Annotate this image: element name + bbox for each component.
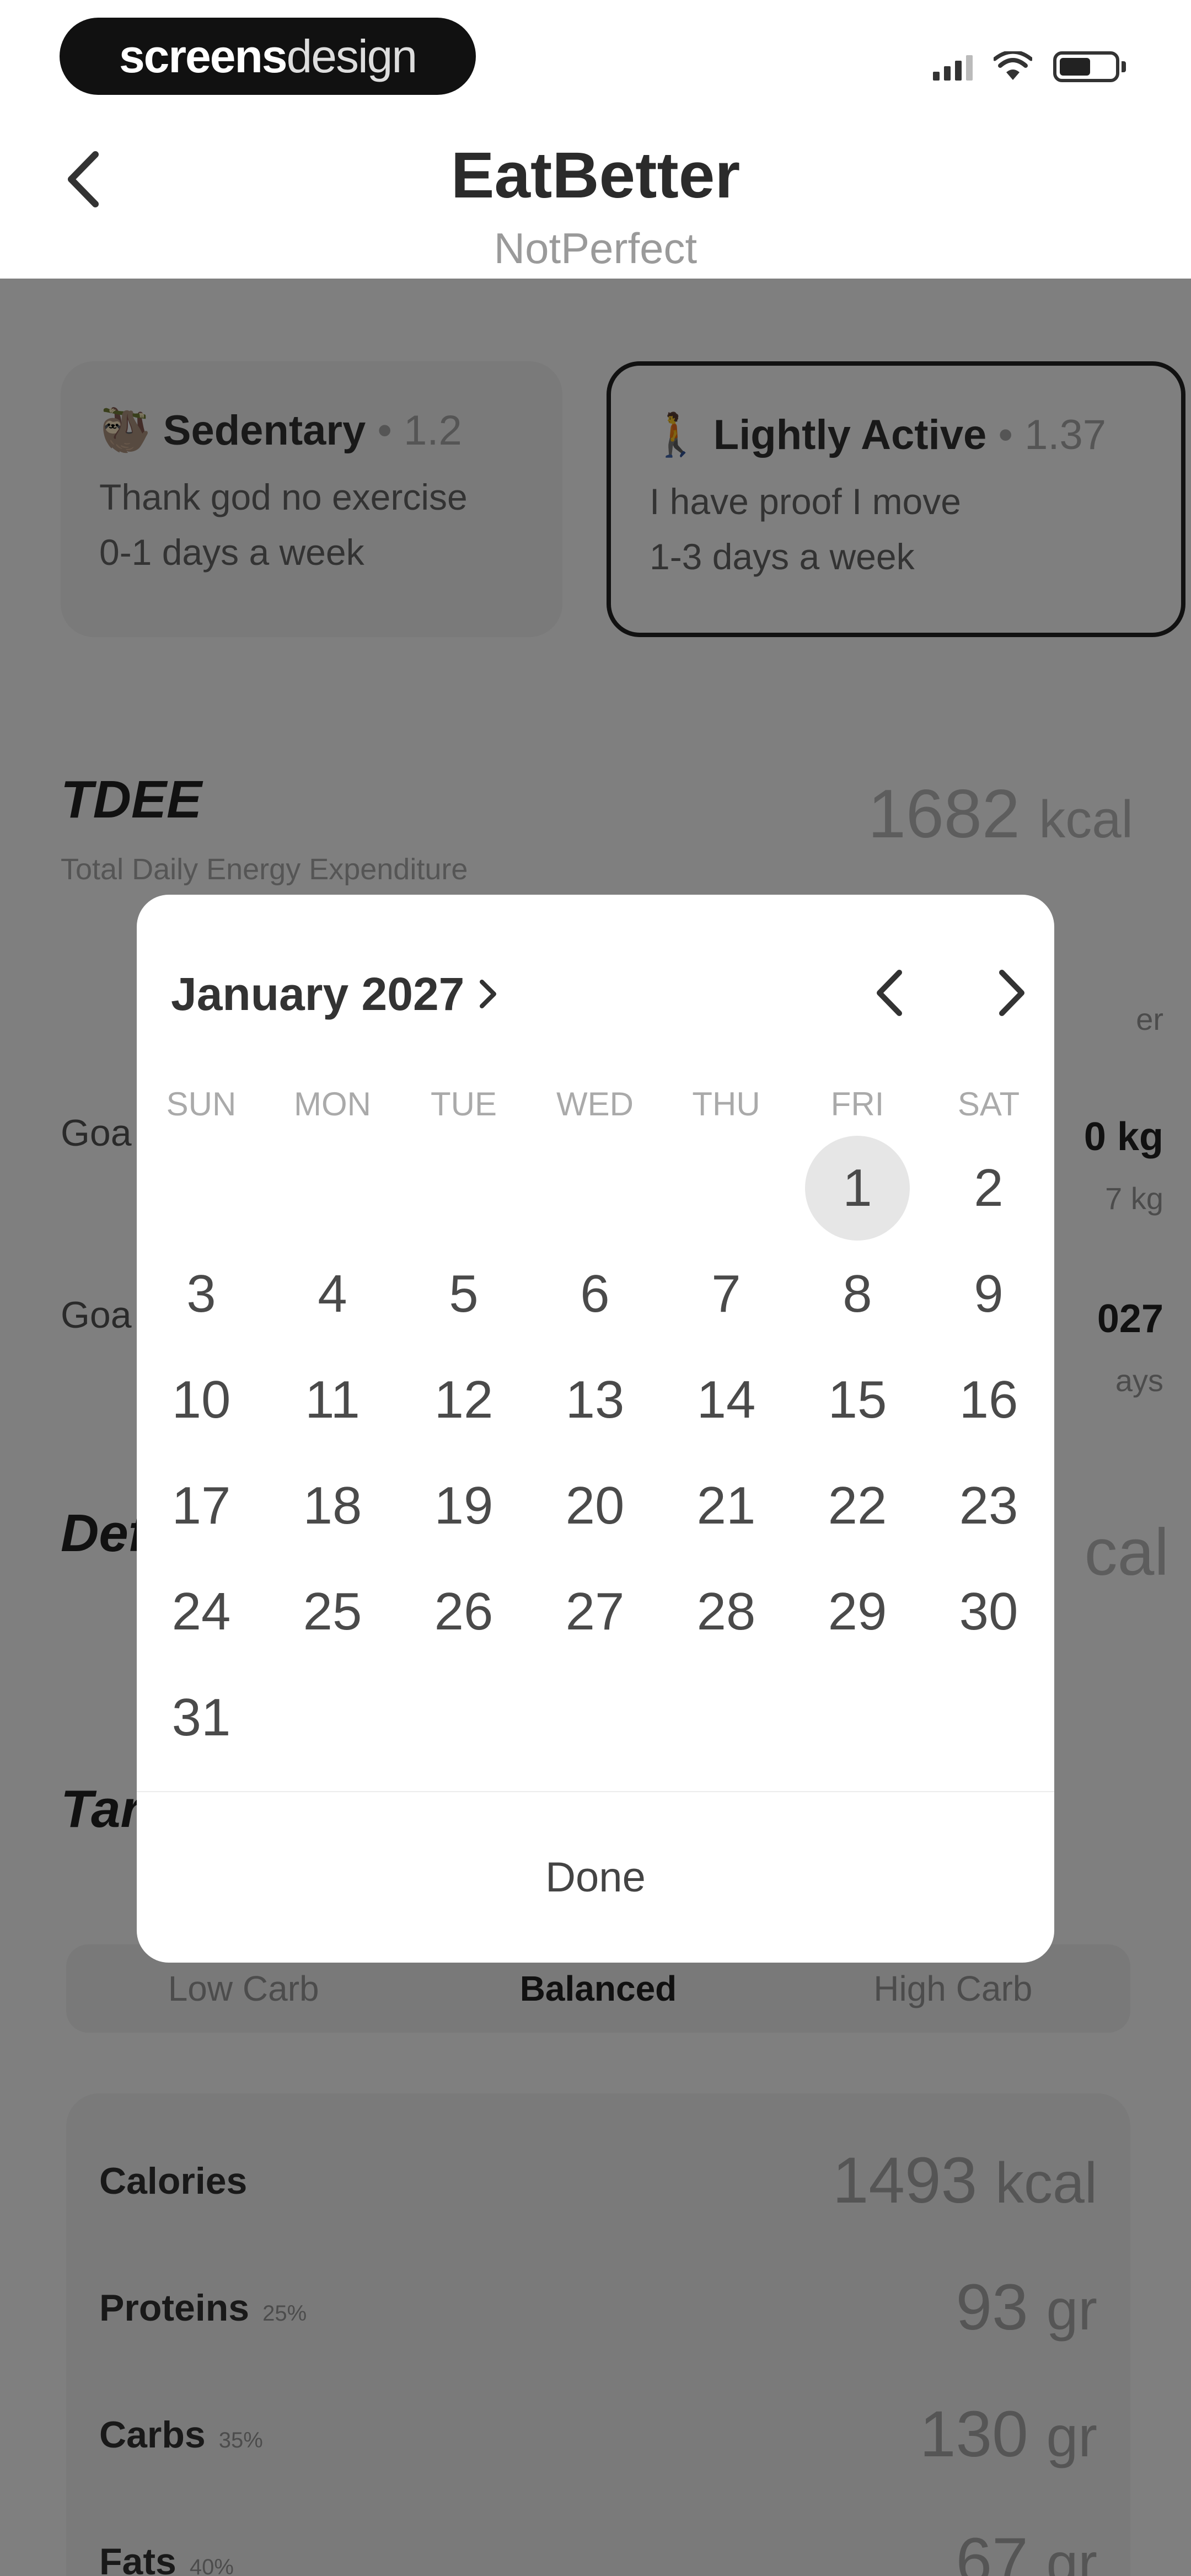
cellular-signal-icon xyxy=(933,53,973,81)
calendar-day-17[interactable]: 17 xyxy=(149,1453,254,1558)
calendar-day-20[interactable]: 20 xyxy=(543,1453,647,1558)
calendar-day-10[interactable]: 10 xyxy=(149,1348,254,1452)
status-icons xyxy=(933,47,1126,86)
calendar-day-19[interactable]: 19 xyxy=(411,1453,516,1558)
battery-icon xyxy=(1053,51,1126,82)
calendar-day-13[interactable]: 13 xyxy=(543,1348,647,1452)
wifi-icon xyxy=(994,51,1032,80)
brand-text-b: design xyxy=(286,30,418,82)
brand-badge: screens design xyxy=(60,18,476,95)
brand-text-a: screens xyxy=(119,30,288,82)
calendar-day-29[interactable]: 29 xyxy=(805,1559,910,1664)
calendar-day-14[interactable]: 14 xyxy=(674,1348,779,1452)
calendar-day-27[interactable]: 27 xyxy=(543,1559,647,1664)
calendar-day-5[interactable]: 5 xyxy=(411,1242,516,1346)
calendar-grid: 1 2 3 4 5 6 7 8 9 10 11 12 13 14 15 16 17 18 19 20 21 22 23 24 2… xyxy=(137,895,1054,1832)
calendar-day-21[interactable]: 21 xyxy=(674,1453,779,1558)
calendar-day-8[interactable]: 8 xyxy=(805,1242,910,1346)
calendar-day-23[interactable]: 23 xyxy=(936,1453,1041,1558)
calendar-day-7[interactable]: 7 xyxy=(674,1242,779,1346)
calendar-day-4[interactable]: 4 xyxy=(280,1242,385,1346)
calendar-day-22[interactable]: 22 xyxy=(805,1453,910,1558)
calendar-day-25[interactable]: 25 xyxy=(280,1559,385,1664)
calendar-day-15[interactable]: 15 xyxy=(805,1348,910,1452)
calendar-day-2[interactable]: 2 xyxy=(936,1136,1041,1241)
calendar-day-6[interactable]: 6 xyxy=(543,1242,647,1346)
calendar-day-16[interactable]: 16 xyxy=(936,1348,1041,1452)
calendar-day-1[interactable]: 1 xyxy=(805,1136,910,1241)
app-title: EatBetter xyxy=(450,139,741,212)
done-button[interactable]: Done xyxy=(137,1792,1054,1963)
calendar-day-11[interactable]: 11 xyxy=(280,1348,385,1452)
calendar-day-3[interactable]: 3 xyxy=(149,1242,254,1346)
calendar-day-31[interactable]: 31 xyxy=(149,1665,254,1770)
calendar-day-18[interactable]: 18 xyxy=(280,1453,385,1558)
app-subtitle: NotPerfect xyxy=(493,224,698,272)
calendar-day-28[interactable]: 28 xyxy=(674,1559,779,1664)
calendar-day-12[interactable]: 12 xyxy=(411,1348,516,1452)
calendar-day-9[interactable]: 9 xyxy=(936,1242,1041,1346)
calendar-day-26[interactable]: 26 xyxy=(411,1559,516,1664)
calendar-day-30[interactable]: 30 xyxy=(936,1559,1041,1664)
app-header: screens design EatBetter NotPerfect xyxy=(0,0,1191,279)
date-picker-modal: January 2027 SUN MON TUE WED THU FRI SAT 12345… xyxy=(137,895,1054,1963)
calendar-day-24[interactable]: 24 xyxy=(149,1559,254,1664)
